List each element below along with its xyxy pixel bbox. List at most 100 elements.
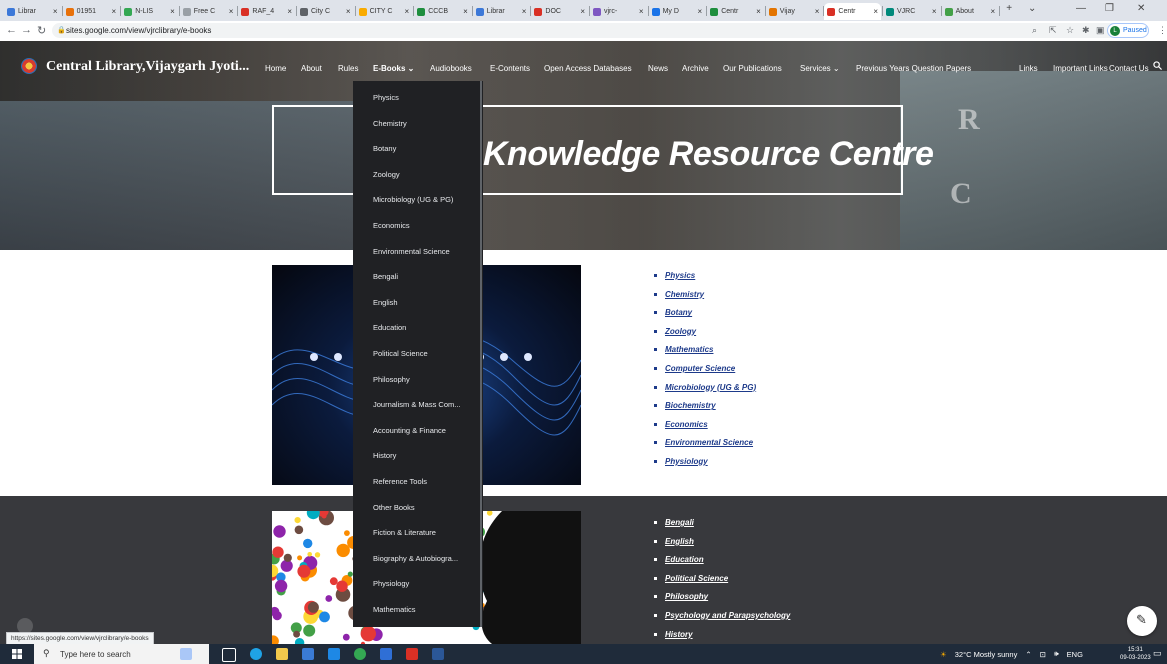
dropdown-item[interactable]: Bengali xyxy=(373,272,398,281)
share-icon[interactable]: ⇱ xyxy=(1049,25,1057,36)
nav-audiobooks[interactable]: Audiobooks xyxy=(430,64,472,73)
tab-close-icon[interactable]: × xyxy=(287,7,292,16)
tab-close-icon[interactable]: × xyxy=(53,7,58,16)
subject-link[interactable]: Botany xyxy=(650,308,756,327)
word-icon[interactable] xyxy=(432,648,444,660)
dropdown-item[interactable]: Environmental Science xyxy=(373,247,450,256)
browser-tab[interactable]: Librar × xyxy=(473,3,530,20)
address-bar[interactable]: 🔒 sites.google.com/view/vjrclibrary/e-bo… xyxy=(52,23,1132,38)
nav-e-books[interactable]: E-Books ⌄ xyxy=(373,64,414,73)
bookmark-star-icon[interactable]: ☆ xyxy=(1066,25,1074,36)
dropdown-item[interactable]: Chemistry xyxy=(373,119,407,128)
subject-link[interactable]: English xyxy=(650,537,790,556)
pdf-reader-icon[interactable] xyxy=(406,648,418,660)
tab-close-icon[interactable]: × xyxy=(756,7,761,16)
tab-close-icon[interactable]: × xyxy=(698,7,703,16)
tab-close-icon[interactable]: × xyxy=(639,7,644,16)
nav-services[interactable]: Services ⌄ xyxy=(800,64,840,73)
subject-link[interactable]: Education xyxy=(650,555,790,574)
subject-link[interactable]: Physiology xyxy=(650,457,756,476)
subject-link[interactable]: Mathematics xyxy=(650,345,756,364)
dropdown-item[interactable]: Physics xyxy=(373,93,399,102)
minimize-icon[interactable]: — xyxy=(1076,3,1086,14)
dropdown-item[interactable]: Reference Tools xyxy=(373,477,427,486)
dropdown-item[interactable]: Physiology xyxy=(373,579,409,588)
subject-link[interactable]: Economics xyxy=(650,420,756,439)
tab-search-icon[interactable]: ⌄ xyxy=(1028,3,1036,14)
dropdown-item[interactable]: Biography & Autobiogra... xyxy=(373,554,458,563)
menu-icon[interactable]: ⋮ xyxy=(1158,25,1167,36)
subject-link[interactable]: Psychology and Parapsychology xyxy=(650,611,790,630)
subject-link[interactable]: Philosophy xyxy=(650,592,790,611)
nav-open-access-databases[interactable]: Open Access Databases xyxy=(544,64,632,73)
task-view-icon[interactable] xyxy=(222,648,236,662)
browser-tab[interactable]: CCCB × xyxy=(414,3,471,20)
subject-link[interactable]: Physics xyxy=(650,271,756,290)
nav-links[interactable]: Links xyxy=(1019,64,1038,73)
nav-contact-us[interactable]: Contact Us xyxy=(1109,64,1149,73)
edge-icon[interactable] xyxy=(250,648,262,660)
back-icon[interactable]: ← xyxy=(6,24,17,36)
tab-close-icon[interactable]: × xyxy=(346,7,351,16)
tab-close-icon[interactable]: × xyxy=(229,7,234,16)
nav-about[interactable]: About xyxy=(301,64,322,73)
tab-close-icon[interactable]: × xyxy=(815,7,820,16)
dropdown-item[interactable]: Other Books xyxy=(373,503,415,512)
site-logo[interactable] xyxy=(21,58,37,74)
dropdown-scrollbar[interactable] xyxy=(480,81,482,627)
browser-tab[interactable]: VJRC × xyxy=(883,3,940,20)
browser-tab[interactable]: About × xyxy=(942,3,999,20)
forward-icon[interactable]: → xyxy=(21,24,32,36)
dropdown-item[interactable]: Economics xyxy=(373,221,410,230)
tab-close-icon[interactable]: × xyxy=(991,7,996,16)
subject-link[interactable]: Computer Science xyxy=(650,364,756,383)
browser-tab[interactable]: Librar × xyxy=(4,3,61,20)
extensions-icon[interactable]: ✱ xyxy=(1082,25,1090,36)
subject-link[interactable]: Bengali xyxy=(650,518,790,537)
subject-link[interactable]: Biochemistry xyxy=(650,401,756,420)
nav-news[interactable]: News xyxy=(648,64,668,73)
nav-archive[interactable]: Archive xyxy=(682,64,709,73)
language-indicator[interactable]: ENG xyxy=(1067,650,1083,659)
nav-home[interactable]: Home xyxy=(265,64,286,73)
dropdown-item[interactable]: Political Science xyxy=(373,349,428,358)
nav-previous-years-question-papers[interactable]: Previous Years Question Papers xyxy=(856,64,971,73)
profile-button[interactable]: L Paused xyxy=(1107,23,1149,38)
subject-link[interactable]: Political Science xyxy=(650,574,790,593)
weather-widget-icon[interactable] xyxy=(180,648,192,660)
nav-important-links[interactable]: Important Links xyxy=(1053,64,1108,73)
dropdown-item[interactable]: Microbiology (UG & PG) xyxy=(373,195,453,204)
browser-tab[interactable]: My D × xyxy=(649,3,706,20)
browser-tab[interactable]: RAF_4 × xyxy=(238,3,295,20)
tab-close-icon[interactable]: × xyxy=(112,7,117,16)
browser-tab[interactable]: 01951 × xyxy=(63,3,120,20)
nav-e-contents[interactable]: E-Contents xyxy=(490,64,530,73)
dropdown-item[interactable]: Botany xyxy=(373,144,396,153)
app-icon[interactable] xyxy=(380,648,392,660)
subject-link[interactable]: Chemistry xyxy=(650,290,756,309)
tab-close-icon[interactable]: × xyxy=(522,7,527,16)
dropdown-item[interactable]: Journalism & Mass Com... xyxy=(373,400,461,409)
search-icon[interactable] xyxy=(1153,61,1162,70)
tab-close-icon[interactable]: × xyxy=(580,7,585,16)
tab-close-icon[interactable]: × xyxy=(170,7,175,16)
browser-tab[interactable]: City C × xyxy=(297,3,354,20)
subject-link[interactable]: Environmental Science xyxy=(650,438,756,457)
dropdown-item[interactable]: Education xyxy=(373,323,406,332)
system-clock[interactable]: 15:31 09-03-2023 xyxy=(1120,646,1151,662)
tab-close-icon[interactable]: × xyxy=(873,7,878,16)
browser-tab[interactable]: Centr × xyxy=(824,3,881,20)
volume-icon[interactable]: 🕪 xyxy=(1054,649,1059,659)
browser-tab[interactable]: DOC × xyxy=(531,3,588,20)
dropdown-item[interactable]: Philosophy xyxy=(373,375,410,384)
nav-rules[interactable]: Rules xyxy=(338,64,358,73)
browser-tab[interactable]: Vijay × xyxy=(766,3,823,20)
dropdown-item[interactable]: Zoology xyxy=(373,170,400,179)
new-tab-button[interactable]: + xyxy=(1006,3,1012,14)
tab-close-icon[interactable]: × xyxy=(932,7,937,16)
tray-chevron-icon[interactable]: ⌃ xyxy=(1025,650,1031,659)
edit-button[interactable]: ✎ xyxy=(1127,606,1157,636)
dropdown-item[interactable]: History xyxy=(373,451,396,460)
nav-our-publications[interactable]: Our Publications xyxy=(723,64,782,73)
close-window-icon[interactable]: ✕ xyxy=(1137,3,1145,14)
